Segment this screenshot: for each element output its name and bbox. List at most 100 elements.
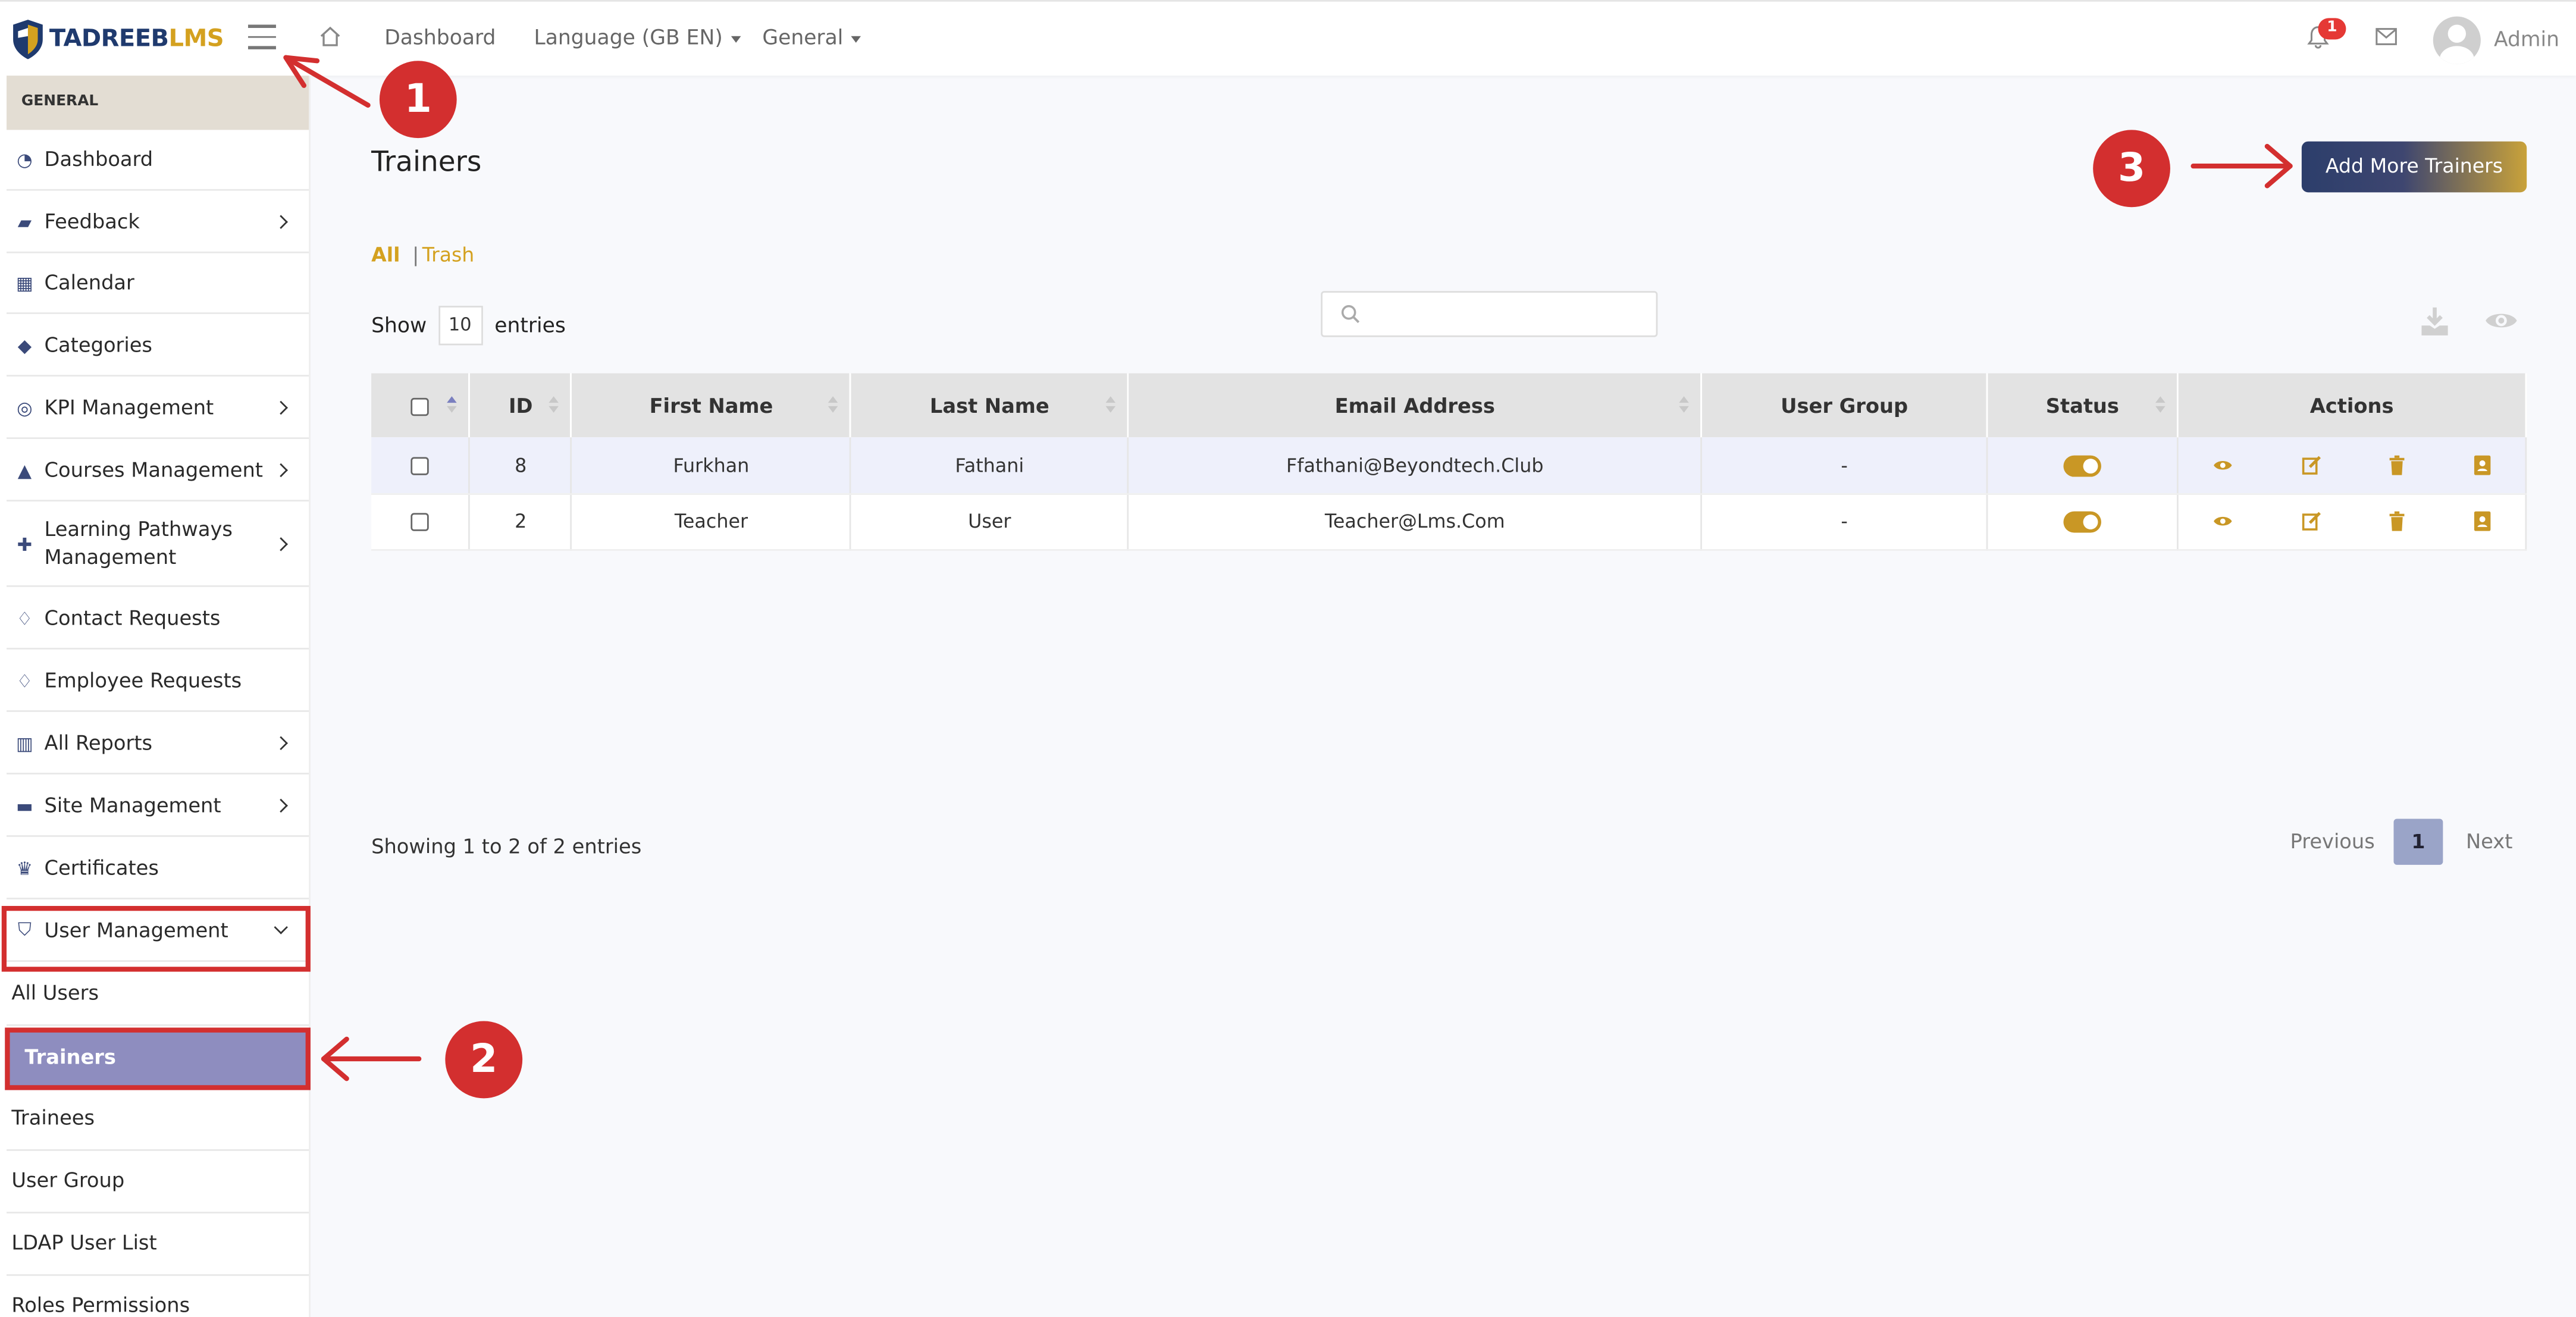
select-all-checkbox[interactable] (411, 397, 430, 415)
sidebar-item-categories[interactable]: ◆ Categories (7, 316, 309, 377)
notification-badge: 1 (2318, 18, 2346, 40)
sidebar-section-title: GENERAL (7, 76, 309, 130)
sidebar-subitem-all-users[interactable]: All Users (7, 965, 309, 1026)
delete-trash-icon[interactable] (2389, 454, 2406, 475)
row-checkbox[interactable] (411, 513, 430, 531)
sidebar-subitem-user-group[interactable]: User Group (7, 1153, 309, 1213)
puzzle-icon: ✚ (17, 533, 33, 555)
target-icon: ◎ (17, 397, 33, 419)
add-more-trainers-button[interactable]: Add More Trainers (2301, 141, 2527, 193)
profile-card-icon[interactable] (2474, 454, 2491, 475)
sort-icon[interactable] (1679, 396, 1691, 416)
sidebar-item-label: Feedback (44, 210, 140, 234)
column-header-id[interactable]: ID (469, 373, 573, 438)
nav-general[interactable]: General (762, 24, 861, 49)
nav-language[interactable]: Language (GB EN) (534, 24, 741, 49)
column-header-email[interactable]: Email Address (1128, 373, 1703, 438)
sidebar-item-courses-management[interactable]: ▲ Courses Management (7, 441, 309, 502)
sidebar-item-label: Learning Pathways Management (44, 518, 233, 569)
highlight-box-user-management (1, 905, 311, 972)
handshake-icon: ♢ (16, 670, 33, 692)
caret-down-icon (851, 35, 861, 42)
cell-status (1987, 493, 2179, 550)
profile-card-icon[interactable] (2474, 511, 2491, 531)
column-header-first-name[interactable]: First Name (571, 373, 852, 438)
row-checkbox[interactable] (411, 456, 430, 475)
table-header-row: ID First Name Last Name Email Address Us… (371, 373, 2527, 438)
trainers-table: ID First Name Last Name Email Address Us… (371, 373, 2527, 550)
sidebar-item-label: Dashboard (44, 148, 153, 171)
sidebar-item-label: Calendar (44, 271, 134, 294)
sidebar-item-label: Courses Management (44, 459, 264, 482)
language-label: Language (GB EN) (534, 24, 723, 49)
view-eye-icon[interactable] (2213, 458, 2232, 471)
sidebar-item-label: Categories (44, 334, 152, 357)
cell-user-group: - (1701, 437, 1988, 494)
edit-icon[interactable] (2301, 455, 2321, 475)
download-icon[interactable] (2418, 304, 2451, 337)
callout-badge-3: 3 (2093, 130, 2170, 208)
sidebar-item-label: All Reports (44, 731, 153, 755)
top-bar: TADREEBLMS Dashboard Language (GB EN) Ge… (0, 0, 2576, 76)
select-all-header[interactable] (371, 373, 471, 438)
calendar-icon: ▦ (16, 272, 33, 294)
brand-logo[interactable]: TADREEBLMS (11, 17, 224, 62)
sort-icon[interactable] (2155, 396, 2167, 416)
trophy-icon: ♛ (16, 857, 33, 879)
sidebar-item-feedback[interactable]: ▰ Feedback (7, 192, 309, 253)
shield-logo-icon (13, 20, 43, 59)
pagination-page-1[interactable]: 1 (2393, 819, 2443, 865)
show-label: Show (371, 312, 427, 337)
sidebar-item-learning-pathways[interactable]: ✚ Learning Pathways Management (7, 503, 309, 587)
eye-icon[interactable] (2484, 309, 2518, 333)
search-input[interactable] (1321, 291, 1658, 337)
sidebar-item-label: Certificates (44, 857, 159, 880)
sidebar-subitem-trainees[interactable]: Trainees (7, 1090, 309, 1151)
cell-first-name: Furkhan (571, 437, 852, 494)
sidebar-item-label: KPI Management (44, 396, 214, 419)
status-toggle[interactable] (2063, 511, 2102, 533)
pagination-previous[interactable]: Previous (2290, 830, 2375, 854)
folder-icon: ▬ (16, 795, 33, 817)
sort-icon[interactable] (1106, 396, 1117, 416)
column-header-last-name[interactable]: Last Name (851, 373, 1129, 438)
cell-status (1987, 437, 2179, 494)
sidebar-item-dashboard[interactable]: ◔ Dashboard (7, 130, 309, 191)
view-eye-icon[interactable] (2213, 515, 2232, 528)
cell-actions (2177, 493, 2527, 550)
annotation-arrows (283, 55, 2293, 1081)
pagination-next[interactable]: Next (2466, 830, 2512, 854)
sidebar-subitem-roles-permissions[interactable]: Roles Permissions (7, 1278, 309, 1317)
sidebar-subitem-trainers[interactable]: Trainers (5, 1027, 311, 1090)
sort-icon[interactable] (828, 396, 840, 416)
sort-icon[interactable] (549, 396, 561, 416)
sort-icon[interactable] (447, 396, 459, 416)
cell-email: Teacher@Lms.Com (1128, 493, 1703, 550)
cell-id: 8 (469, 437, 573, 494)
mail-icon[interactable] (2376, 28, 2397, 46)
chevron-right-icon (274, 463, 288, 478)
bar-chart-icon: ▥ (16, 732, 33, 754)
sidebar-item-all-reports[interactable]: ▥ All Reports (7, 714, 309, 774)
nav-dashboard[interactable]: Dashboard (384, 24, 496, 49)
column-header-status[interactable]: Status (1987, 373, 2179, 438)
edit-icon[interactable] (2301, 512, 2321, 531)
sidebar-item-certificates[interactable]: ♛ Certificates (7, 839, 309, 899)
avatar[interactable] (2433, 16, 2481, 64)
status-toggle[interactable] (2063, 454, 2102, 476)
menu-toggle-icon[interactable] (247, 24, 276, 49)
sidebar-item-calendar[interactable]: ▦ Calendar (7, 253, 309, 314)
sidebar-subitem-ldap-user-list[interactable]: LDAP User List (7, 1215, 309, 1276)
sidebar-item-contact-requests[interactable]: ♢ Contact Requests (7, 589, 309, 650)
chevron-right-icon (274, 215, 288, 229)
user-name[interactable]: Admin (2494, 26, 2559, 51)
sidebar-item-employee-requests[interactable]: ♢ Employee Requests (7, 651, 309, 712)
filter-all-link[interactable]: All (371, 243, 400, 266)
page-length-select[interactable]: 10 (438, 306, 483, 346)
brand-name: TADREEBLMS (49, 26, 224, 53)
sidebar-item-kpi-management[interactable]: ◎ KPI Management (7, 378, 309, 439)
home-icon[interactable] (319, 24, 342, 48)
sidebar-item-site-management[interactable]: ▬ Site Management (7, 776, 309, 837)
filter-trash-link[interactable]: Trash (422, 243, 475, 266)
delete-trash-icon[interactable] (2389, 511, 2406, 531)
